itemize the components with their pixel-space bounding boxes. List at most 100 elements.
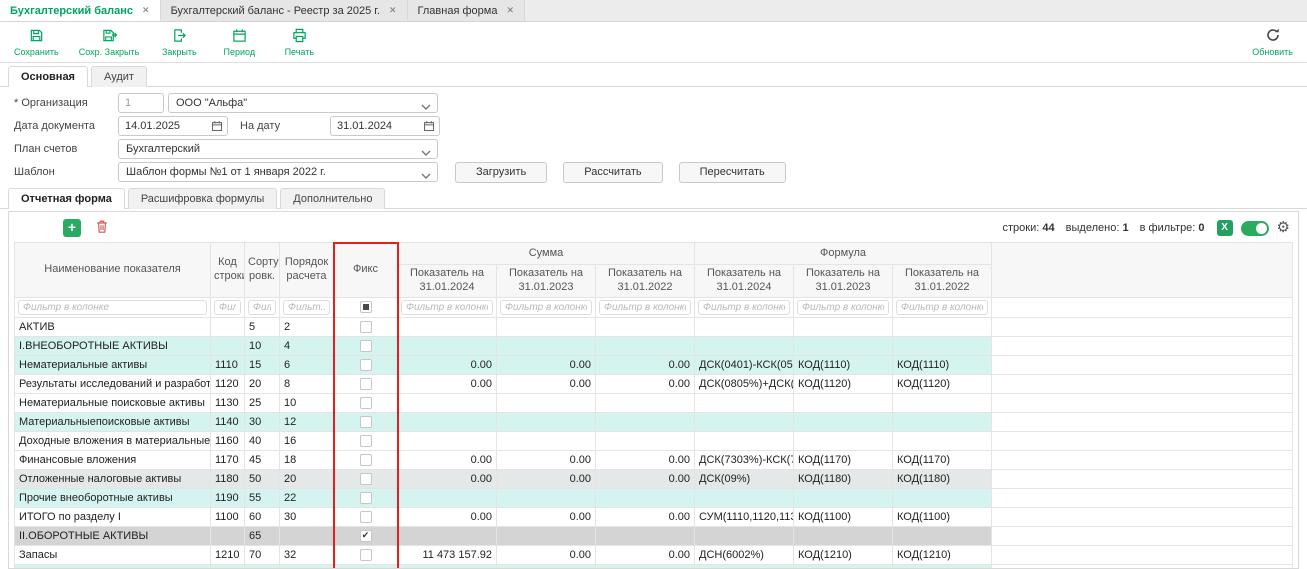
cell-f24[interactable]	[695, 488, 794, 507]
window-tab[interactable]: Бухгалтерский баланс✕	[0, 0, 161, 21]
table-row[interactable]: Финансовые вложения117045180.000.000.00Д…	[15, 450, 1293, 469]
cell-name[interactable]: I.ВНЕОБОРОТНЫЕ АКТИВЫ	[15, 336, 211, 355]
cell-order[interactable]: 6	[280, 355, 334, 374]
cell-s24[interactable]: 0.00	[398, 507, 497, 526]
column-filter-input[interactable]	[214, 300, 241, 315]
row-fix-checkbox[interactable]	[360, 397, 372, 409]
cell-s24[interactable]	[398, 336, 497, 355]
cell-name[interactable]: АКТИВ	[15, 317, 211, 336]
cell-s22[interactable]	[596, 412, 695, 431]
column-header-code[interactable]: Код строки	[211, 243, 245, 298]
save-button[interactable]: Сохранить	[14, 28, 59, 57]
cell-s24[interactable]	[398, 488, 497, 507]
cell-f24[interactable]: ДСК(0401)-КСК(0501)	[695, 355, 794, 374]
cell-fix[interactable]	[334, 507, 398, 526]
close-button[interactable]: Закрыть	[159, 28, 199, 57]
cell-order[interactable]: 22	[280, 488, 334, 507]
cell-f22[interactable]: КОД(1100)	[893, 507, 992, 526]
save-close-button[interactable]: Сохр. Закрыть	[79, 28, 140, 57]
cell-s23[interactable]	[497, 336, 596, 355]
row-fix-checkbox[interactable]	[360, 492, 372, 504]
column-header-name[interactable]: Наименование показателя	[15, 243, 211, 298]
chart-of-accounts-select[interactable]: Бухгалтерский	[118, 139, 438, 159]
cell-order[interactable]: 32	[280, 545, 334, 564]
doc-date-field[interactable]	[118, 116, 228, 136]
table-row[interactable]: Налог на добавленную стоимость по пр...1…	[15, 564, 1293, 568]
cell-s23[interactable]: 0.00	[497, 545, 596, 564]
cell-s24[interactable]	[398, 393, 497, 412]
cell-name[interactable]: Финансовые вложения	[15, 450, 211, 469]
cell-code[interactable]: 1190	[211, 488, 245, 507]
table-row[interactable]: Нематериальные активы11101560.000.000.00…	[15, 355, 1293, 374]
cell-fix[interactable]	[334, 393, 398, 412]
cell-name[interactable]: Доходные вложения в материальные ц...	[15, 431, 211, 450]
table-row[interactable]: Результаты исследований и разработок1120…	[15, 374, 1293, 393]
cell-name[interactable]: Прочие внеоборотные активы	[15, 488, 211, 507]
row-fix-checkbox[interactable]	[360, 359, 372, 371]
cell-fix[interactable]	[334, 412, 398, 431]
cell-sort[interactable]: 5	[245, 317, 280, 336]
cell-f22[interactable]	[893, 488, 992, 507]
cell-f23[interactable]: КОД(1170)	[794, 450, 893, 469]
cell-f23[interactable]	[794, 488, 893, 507]
cell-f23[interactable]: КОД(1100)	[794, 507, 893, 526]
row-fix-checkbox[interactable]	[360, 473, 372, 485]
cell-f22[interactable]	[893, 393, 992, 412]
column-header-order[interactable]: Порядок расчета	[280, 243, 334, 298]
filter-checkbox[interactable]	[360, 301, 372, 313]
cell-f23[interactable]: КОД(1120)	[794, 374, 893, 393]
row-fix-checkbox[interactable]	[360, 378, 372, 390]
cell-f24[interactable]	[695, 336, 794, 355]
excel-export-icon[interactable]: X	[1217, 220, 1233, 236]
cell-code[interactable]: 1220	[211, 564, 245, 568]
cell-s24[interactable]: 0.00	[398, 374, 497, 393]
column-header-f24[interactable]: Показатель на 31.01.2024	[695, 265, 794, 298]
cell-fix[interactable]: ✔	[334, 526, 398, 545]
cell-code[interactable]: 1130	[211, 393, 245, 412]
cell-sort[interactable]: 65	[245, 526, 280, 545]
cell-name[interactable]: Налог на добавленную стоимость по пр...	[15, 564, 211, 568]
cell-f22[interactable]	[893, 336, 992, 355]
cell-f23[interactable]: КОД(1210)	[794, 545, 893, 564]
row-fix-checkbox[interactable]	[360, 321, 372, 333]
row-fix-checkbox[interactable]	[360, 568, 372, 569]
cell-name[interactable]: Запасы	[15, 545, 211, 564]
table-row[interactable]: Материальныепоисковые активы11403012	[15, 412, 1293, 431]
table-row[interactable]: ИТОГО по разделу I110060300.000.000.00СУ…	[15, 507, 1293, 526]
cell-order[interactable]: 18	[280, 450, 334, 469]
row-fix-checkbox[interactable]	[360, 340, 372, 352]
cell-s22[interactable]	[596, 393, 695, 412]
cell-name[interactable]: Отложенные налоговые активы	[15, 469, 211, 488]
cell-f23[interactable]	[794, 431, 893, 450]
cell-s22[interactable]: 0.00	[596, 507, 695, 526]
cell-s23[interactable]	[497, 488, 596, 507]
cell-f24[interactable]: СУМ(1110,1120,113...	[695, 507, 794, 526]
cell-fix[interactable]	[334, 374, 398, 393]
cell-s23[interactable]: 0.00	[497, 355, 596, 374]
cell-f24[interactable]: ДСН(6002%)	[695, 545, 794, 564]
cell-order[interactable]: 34	[280, 564, 334, 568]
table-row[interactable]: II.ОБОРОТНЫЕ АКТИВЫ65✔	[15, 526, 1293, 545]
cell-f22[interactable]	[893, 431, 992, 450]
window-tab[interactable]: Главная форма✕	[408, 0, 525, 21]
cell-s23[interactable]: 0.00	[497, 564, 596, 568]
cell-code[interactable]: 1100	[211, 507, 245, 526]
cell-s23[interactable]: 0.00	[497, 469, 596, 488]
report-tab[interactable]: Отчетная форма	[8, 188, 125, 209]
cell-name[interactable]: ИТОГО по разделу I	[15, 507, 211, 526]
cell-f22[interactable]	[893, 412, 992, 431]
column-filter-input[interactable]	[896, 300, 988, 315]
cell-sort[interactable]: 50	[245, 469, 280, 488]
table-row[interactable]: Доходные вложения в материальные ц...116…	[15, 431, 1293, 450]
cell-fix[interactable]	[334, 450, 398, 469]
organization-code-field[interactable]	[118, 93, 164, 113]
calculate-button[interactable]: Рассчитать	[563, 162, 662, 183]
row-fix-checkbox[interactable]	[360, 435, 372, 447]
cell-order[interactable]: 16	[280, 431, 334, 450]
cell-f23[interactable]	[794, 412, 893, 431]
cell-s24[interactable]: 0.00	[398, 355, 497, 374]
report-tab[interactable]: Расшифровка формулы	[128, 188, 277, 209]
cell-f22[interactable]	[893, 317, 992, 336]
tab-close-icon[interactable]: ✕	[389, 5, 397, 16]
cell-f23[interactable]	[794, 393, 893, 412]
